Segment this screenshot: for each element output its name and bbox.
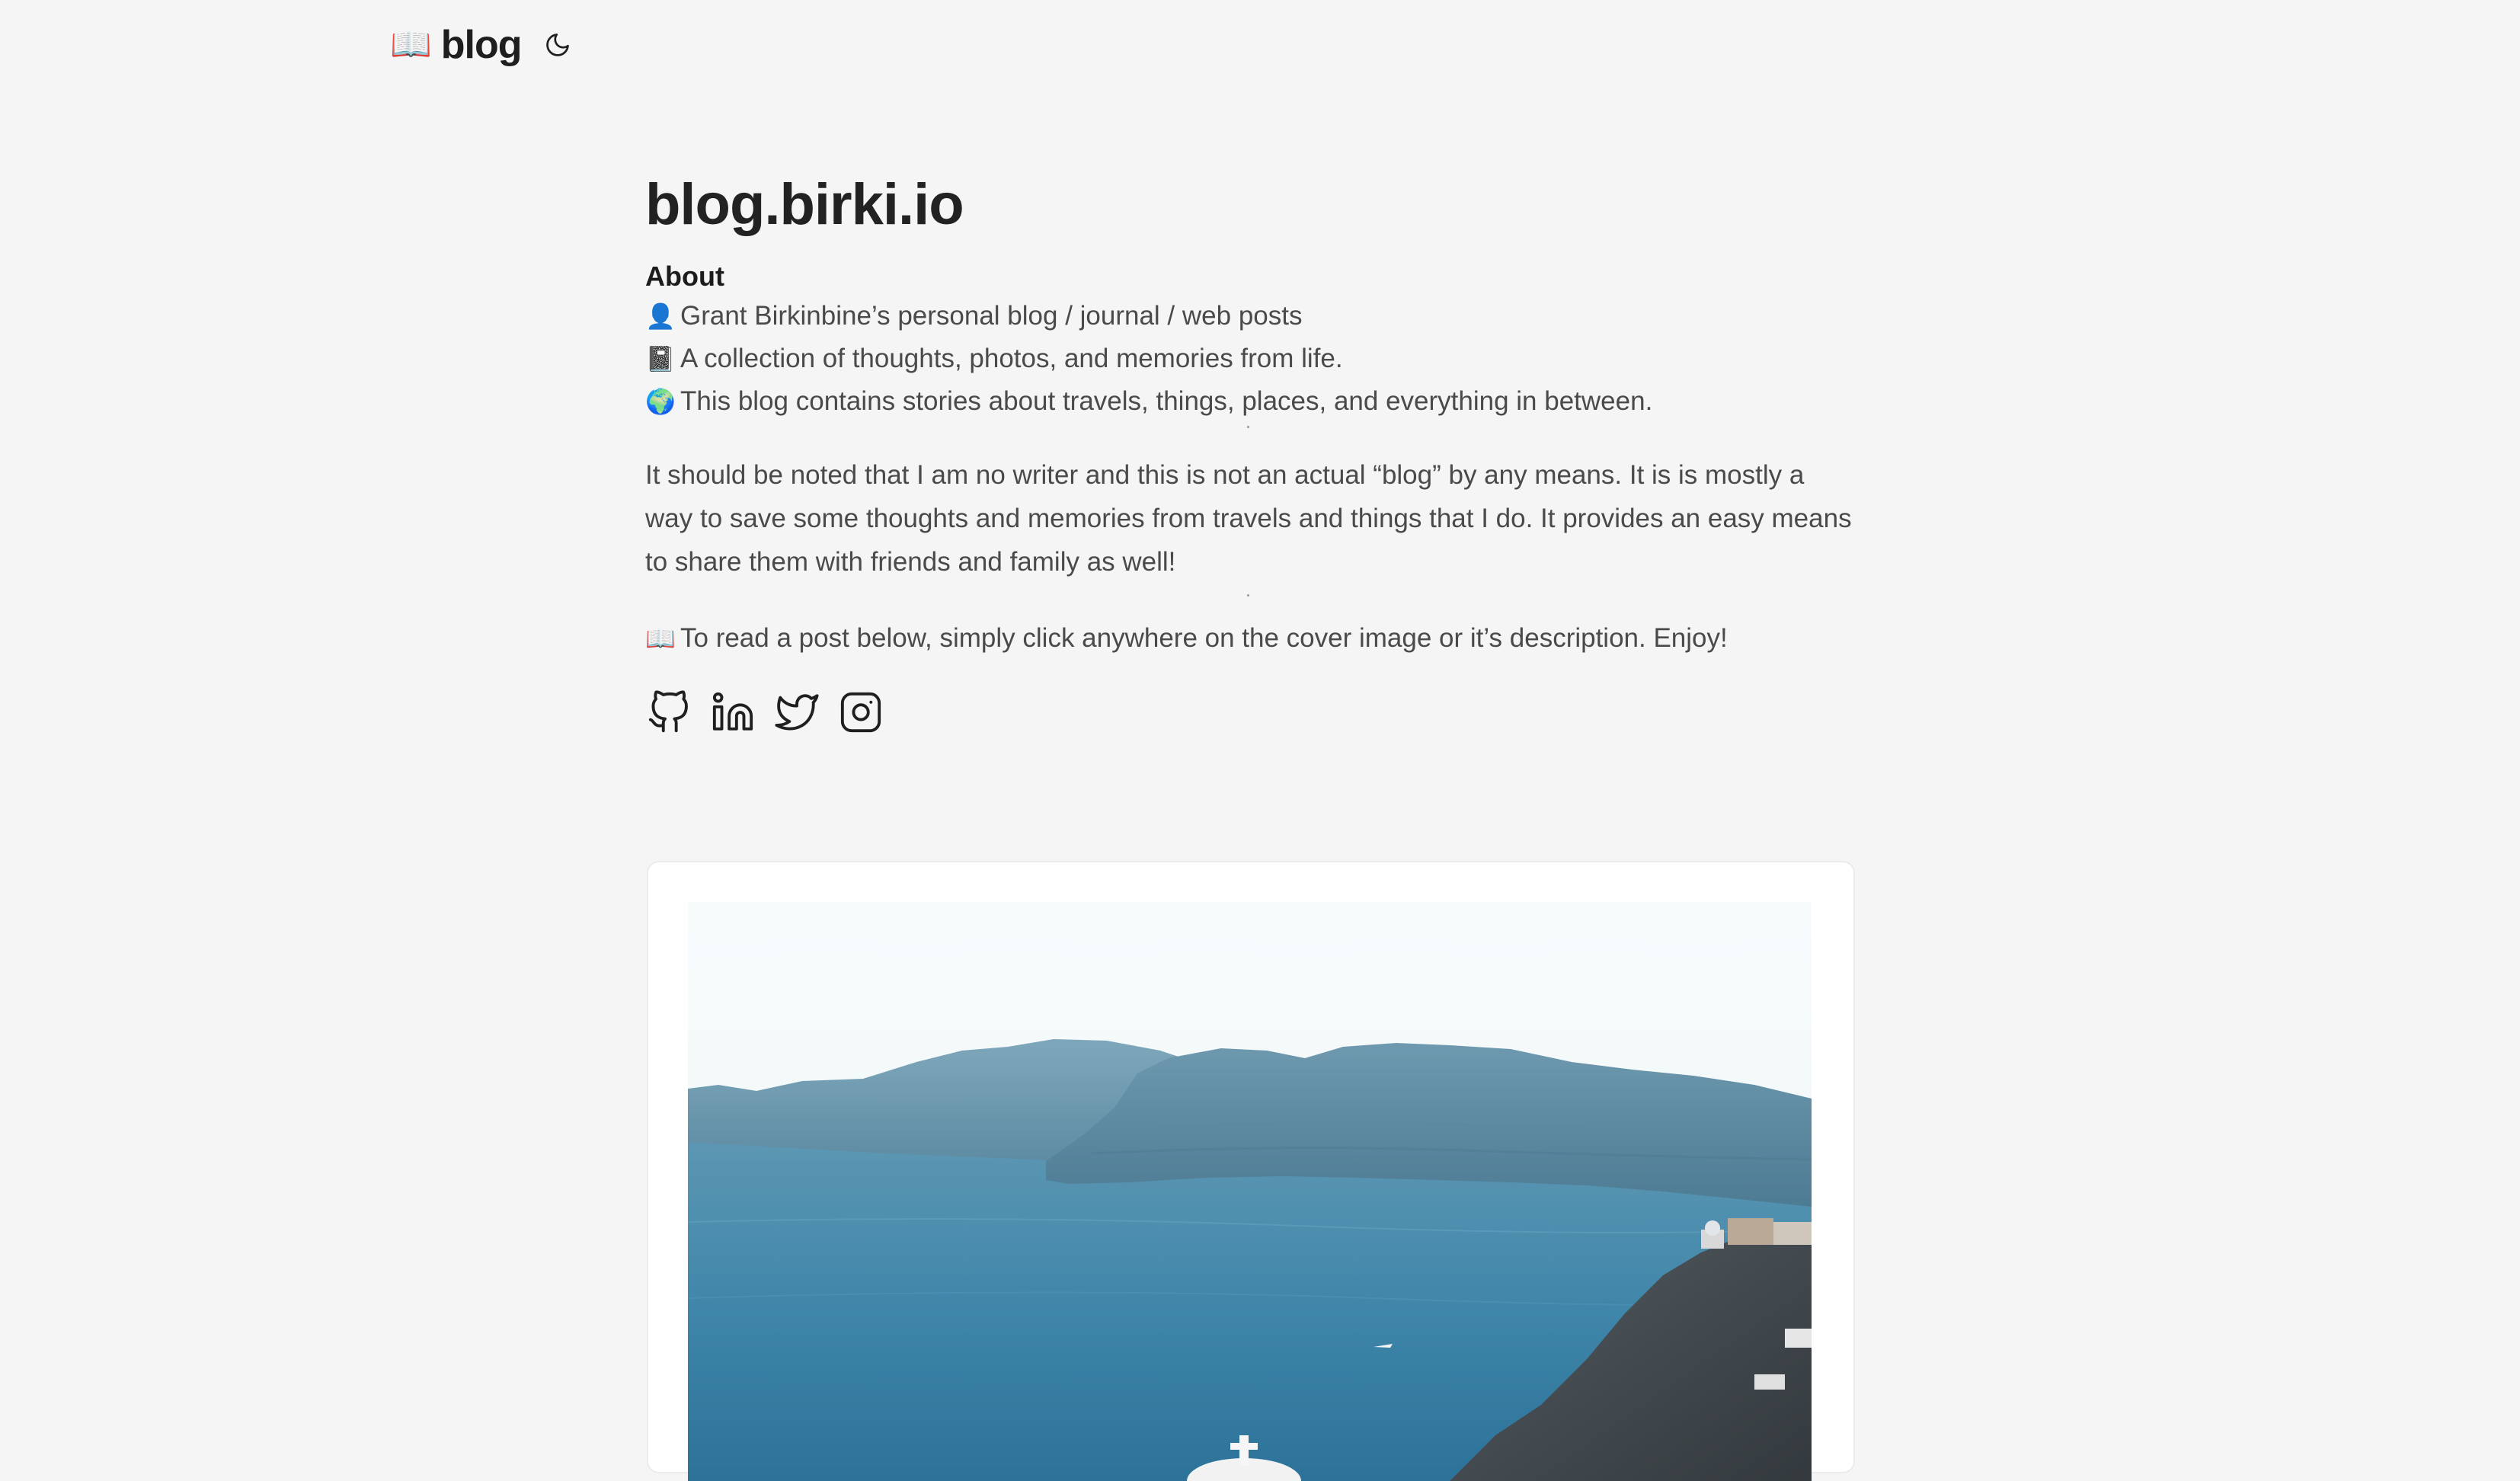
- post-card[interactable]: [647, 861, 1855, 1481]
- github-icon: [648, 690, 688, 733]
- about-line-text: This blog contains stories about travels…: [680, 386, 1653, 417]
- about-line-collection: 📓 A collection of thoughts, photos, and …: [645, 337, 1853, 380]
- about-line-author: 👤 Grant Birkinbine’s personal blog / jou…: [645, 295, 1853, 337]
- page-title: blog.birki.io: [645, 172, 964, 237]
- notebook-emoji-icon: 📓: [645, 345, 676, 373]
- read-instructions: 📖 To read a post below, simply click any…: [645, 617, 1853, 660]
- logo-text: blog: [440, 23, 523, 67]
- book-emoji-icon: 📖: [645, 625, 676, 653]
- separator: [645, 584, 1853, 614]
- globe-emoji-icon: 🌍: [645, 388, 676, 416]
- santorini-cover-photo: [688, 902, 1812, 1481]
- main-content: blog.birki.io About 👤 Grant Birkinbine’s…: [645, 171, 1853, 736]
- about-line-text: Grant Birkinbine’s personal blog / journ…: [680, 301, 1303, 331]
- person-emoji-icon: 👤: [645, 302, 676, 331]
- disclaimer-paragraph: It should be noted that I am no writer a…: [645, 460, 1852, 577]
- linkedin-icon: [712, 693, 753, 731]
- moon-icon: [545, 34, 569, 56]
- about-heading: About: [645, 261, 724, 293]
- github-link[interactable]: [645, 689, 692, 736]
- site-header: 📖 blog: [390, 18, 574, 72]
- book-emoji-icon: 📖: [390, 26, 432, 63]
- home-logo-link[interactable]: 📖 blog: [390, 22, 523, 68]
- twitter-link[interactable]: [773, 689, 820, 736]
- about-line-stories: 🌍 This blog contains stories about trave…: [645, 380, 1853, 423]
- post-cover-image[interactable]: [688, 902, 1812, 1481]
- read-instructions-text: To read a post below, simply click anywh…: [680, 623, 1728, 654]
- theme-toggle-button[interactable]: [542, 29, 574, 61]
- linkedin-link[interactable]: [709, 689, 756, 736]
- about-line-text: A collection of thoughts, photos, and me…: [680, 344, 1343, 374]
- social-links: [645, 689, 1853, 736]
- separator: [645, 423, 1853, 453]
- instagram-icon: [840, 693, 881, 733]
- twitter-icon: [775, 694, 819, 731]
- instagram-link[interactable]: [837, 689, 884, 736]
